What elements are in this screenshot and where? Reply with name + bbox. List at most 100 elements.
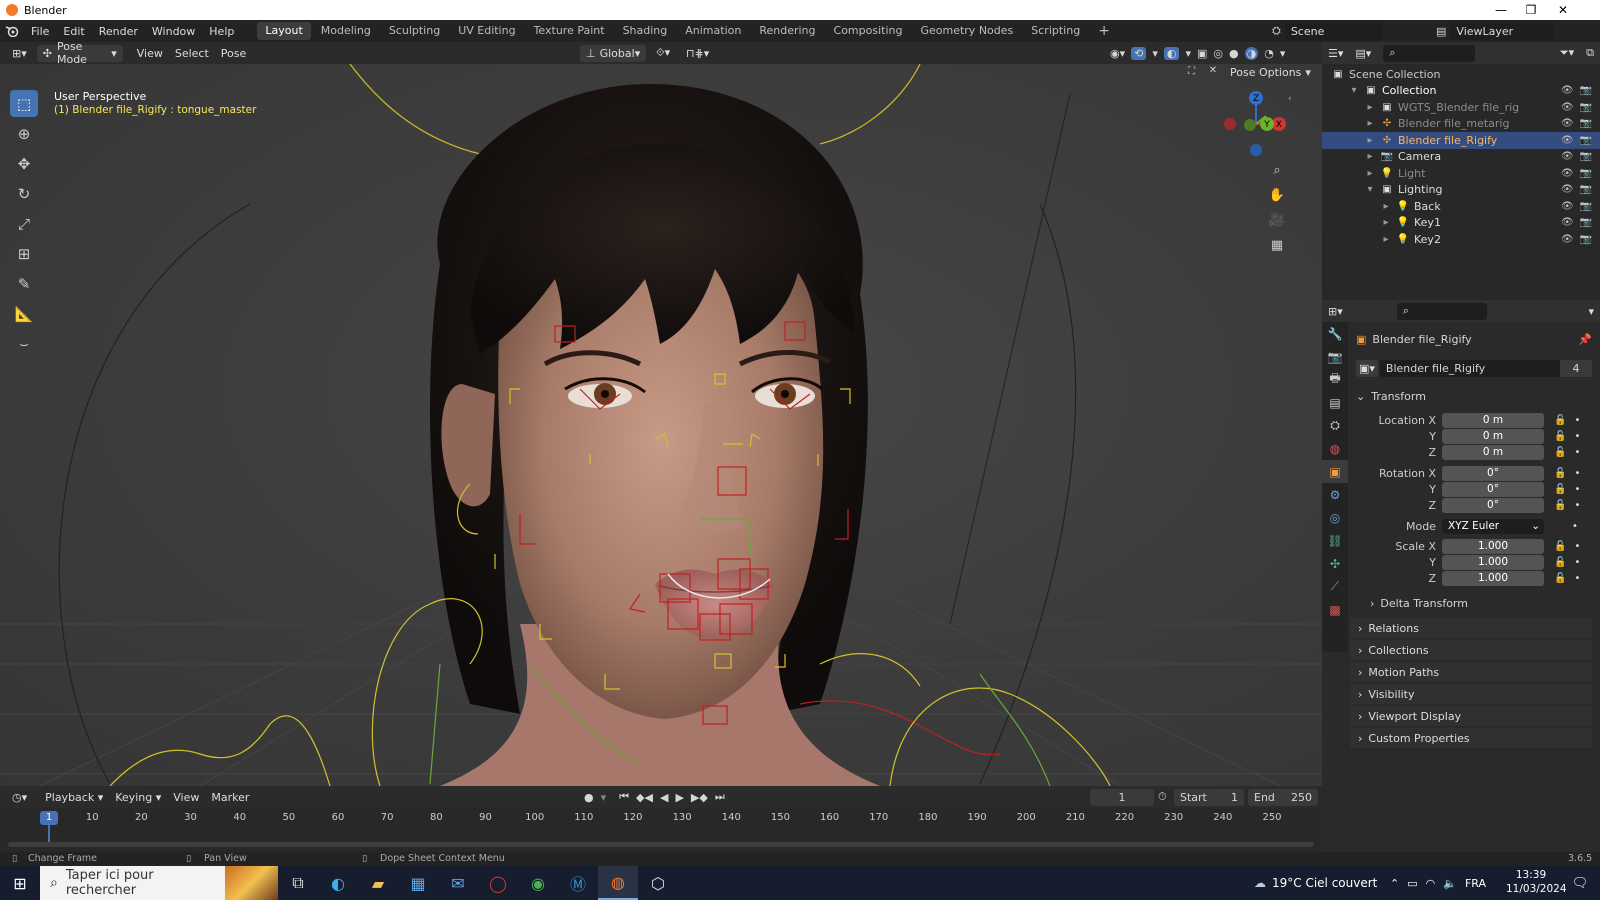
select-box-tool-icon[interactable]: ⬚	[10, 90, 38, 117]
keyframe-dot-icon[interactable]: •	[1574, 557, 1580, 568]
lock-icon[interactable]: 🔓	[1554, 573, 1566, 584]
render-camera-icon[interactable]: 📷	[1580, 234, 1592, 245]
3d-app-icon[interactable]: ⬡	[638, 866, 678, 900]
outliner-row[interactable]: ▸ 💡 Light 👁 📷	[1322, 165, 1600, 182]
menu-marker[interactable]: Marker	[205, 789, 255, 806]
panel-relations[interactable]: › Relations	[1350, 618, 1592, 638]
menu-edit[interactable]: Edit	[56, 25, 91, 38]
tab-rendering[interactable]: Rendering	[751, 22, 823, 40]
outliner-search-input[interactable]: ⌕	[1383, 44, 1476, 62]
panel-collections[interactable]: › Collections	[1350, 640, 1592, 660]
battery-icon[interactable]: ▭	[1407, 877, 1417, 890]
disclosure-collapsed-icon[interactable]: ▸	[1364, 134, 1376, 146]
jump-end-icon[interactable]: ⏭	[715, 790, 725, 804]
material-shading-icon[interactable]: ◑	[1244, 46, 1259, 60]
properties-editor-type-icon[interactable]: ⊞▾	[1322, 303, 1349, 320]
object-name-field[interactable]: Blender file_Rigify	[1379, 359, 1560, 377]
keyframe-dot-icon[interactable]: •	[1574, 431, 1580, 442]
outliner-row[interactable]: ▸ 💡 Key2 👁 📷	[1322, 231, 1600, 248]
outliner-row[interactable]: ▾ ▣ Collection 👁 📷	[1322, 83, 1600, 100]
blender-taskbar-icon[interactable]: ◍	[598, 866, 638, 900]
disclosure-collapsed-icon[interactable]: ▸	[1364, 151, 1376, 163]
disclosure-collapsed-icon[interactable]: ▸	[1380, 217, 1392, 229]
cursor-tool-icon[interactable]: ⊕	[10, 120, 38, 147]
editor-type-icon[interactable]: ⊞▾	[6, 45, 33, 62]
timeline-ruler[interactable]: 10 20 30 40 50 60 70 80 90 100 110 120 130 140 150 160 1…	[0, 808, 1322, 852]
tab-texture-paint[interactable]: Texture Paint	[526, 22, 613, 40]
view-layer-name-field[interactable]: ViewLayer	[1450, 22, 1555, 40]
tab-geometry-nodes[interactable]: Geometry Nodes	[912, 22, 1021, 40]
move-tool-icon[interactable]: ✥	[10, 150, 38, 177]
disclosure-collapsed-icon[interactable]: ▸	[1364, 101, 1376, 113]
annotate-tool-icon[interactable]: ✎	[10, 270, 38, 297]
opera-icon[interactable]: ◯	[478, 866, 518, 900]
tab-scripting[interactable]: Scripting	[1023, 22, 1088, 40]
eye-icon[interactable]: 👁	[1561, 135, 1574, 146]
lock-icon[interactable]: 🔓	[1554, 415, 1566, 426]
location-z-field[interactable]: 0 m	[1442, 444, 1544, 460]
object-tab-icon[interactable]: ▣	[1322, 460, 1348, 483]
outliner-editor-type-icon[interactable]: ☰▾	[1322, 45, 1349, 62]
lock-icon[interactable]: 🔓	[1554, 468, 1566, 479]
delta-transform-subpanel[interactable]: › Delta Transform	[1370, 594, 1468, 612]
scene-tab-icon[interactable]: ⛭	[1322, 414, 1348, 437]
scale-x-field[interactable]: 1.000	[1442, 538, 1544, 554]
pose-options-dropdown[interactable]: Pose Options ▾	[1224, 64, 1317, 80]
eye-icon[interactable]: 👁	[1561, 102, 1574, 113]
sidebar-toggle-icon[interactable]: ‹	[1288, 94, 1292, 104]
lock-icon[interactable]: 🔓	[1554, 484, 1566, 495]
keyframe-dot-icon[interactable]: •	[1572, 521, 1578, 532]
modifiers-tab-icon[interactable]: ⚙	[1322, 483, 1348, 506]
scale-y-field[interactable]: 1.000	[1442, 554, 1544, 570]
close-window-button[interactable]: ✕	[1548, 0, 1578, 20]
measure-tool-icon[interactable]: 📐	[10, 300, 38, 327]
keyframe-dot-icon[interactable]: •	[1574, 573, 1580, 584]
menu-view[interactable]: View	[131, 45, 169, 62]
tab-animation[interactable]: Animation	[677, 22, 749, 40]
lock-icon[interactable]: 🔓	[1554, 557, 1566, 568]
tab-compositing[interactable]: Compositing	[826, 22, 911, 40]
rotate-tool-icon[interactable]: ↻	[10, 180, 38, 207]
bone-roll-tool-icon[interactable]: ⌣	[10, 330, 38, 357]
outliner-row[interactable]: ▸ 💡 Back 👁 📷	[1322, 198, 1600, 215]
panel-visibility[interactable]: › Visibility	[1350, 684, 1592, 704]
clock[interactable]: 13:39 11/03/2024	[1506, 868, 1567, 896]
next-keyframe-icon[interactable]: ▶◆	[691, 791, 708, 804]
volume-icon[interactable]: 🔈	[1443, 877, 1457, 890]
users-count[interactable]: 4	[1560, 359, 1592, 377]
snap-icon[interactable]: ⊓⋕▾	[680, 45, 715, 62]
scale-z-field[interactable]: 1.000	[1442, 570, 1544, 586]
close-sidebar-icon[interactable]: ✕	[1206, 65, 1220, 79]
lock-icon[interactable]: 🔓	[1554, 541, 1566, 552]
mail-icon[interactable]: ✉	[438, 866, 478, 900]
eye-icon[interactable]: 👁	[1561, 151, 1574, 162]
render-camera-icon[interactable]: 📷	[1580, 168, 1592, 179]
output-tab-icon[interactable]: 🖶	[1322, 368, 1348, 391]
jump-start-icon[interactable]: ⏮	[619, 790, 629, 804]
wifi-icon[interactable]: ◠	[1426, 877, 1436, 890]
disclosure-collapsed-icon[interactable]: ▸	[1364, 118, 1376, 130]
transform-panel-header[interactable]: ⌄ Transform	[1356, 387, 1592, 405]
ortho-grid-icon[interactable]: ▦	[1265, 233, 1289, 257]
tab-modeling[interactable]: Modeling	[313, 22, 379, 40]
outliner-row[interactable]: ▸ 📷 Camera 👁 📷	[1322, 149, 1600, 166]
keyframe-dot-icon[interactable]: •	[1574, 541, 1580, 552]
tab-sculpting[interactable]: Sculpting	[381, 22, 448, 40]
zoom-icon[interactable]: ⌕	[1265, 158, 1289, 182]
minimize-button[interactable]: —	[1486, 0, 1516, 20]
timeline-scrollbar[interactable]	[8, 842, 1314, 847]
display-mode-icon[interactable]: ▤▾	[1349, 45, 1377, 62]
new-collection-icon[interactable]: ⧉	[1580, 45, 1600, 62]
gizmo-pin-icon[interactable]: ⛶	[1188, 66, 1200, 78]
chevron-down-icon[interactable]: ▾	[1280, 47, 1286, 60]
menu-timeline-view[interactable]: View	[167, 789, 205, 806]
render-camera-icon[interactable]: 📷	[1580, 102, 1592, 113]
rotation-x-field[interactable]: 0°	[1442, 465, 1544, 481]
menu-keying[interactable]: Keying ▾	[109, 789, 167, 806]
menu-select[interactable]: Select	[169, 45, 215, 62]
play-reverse-icon[interactable]: ◀	[660, 791, 668, 804]
render-tab-icon[interactable]: 📷	[1322, 345, 1348, 368]
keyframe-dot-icon[interactable]: •	[1574, 468, 1580, 479]
task-view-icon[interactable]: ⧉	[278, 866, 318, 900]
disclosure-expanded-icon[interactable]: ▾	[1364, 184, 1376, 196]
